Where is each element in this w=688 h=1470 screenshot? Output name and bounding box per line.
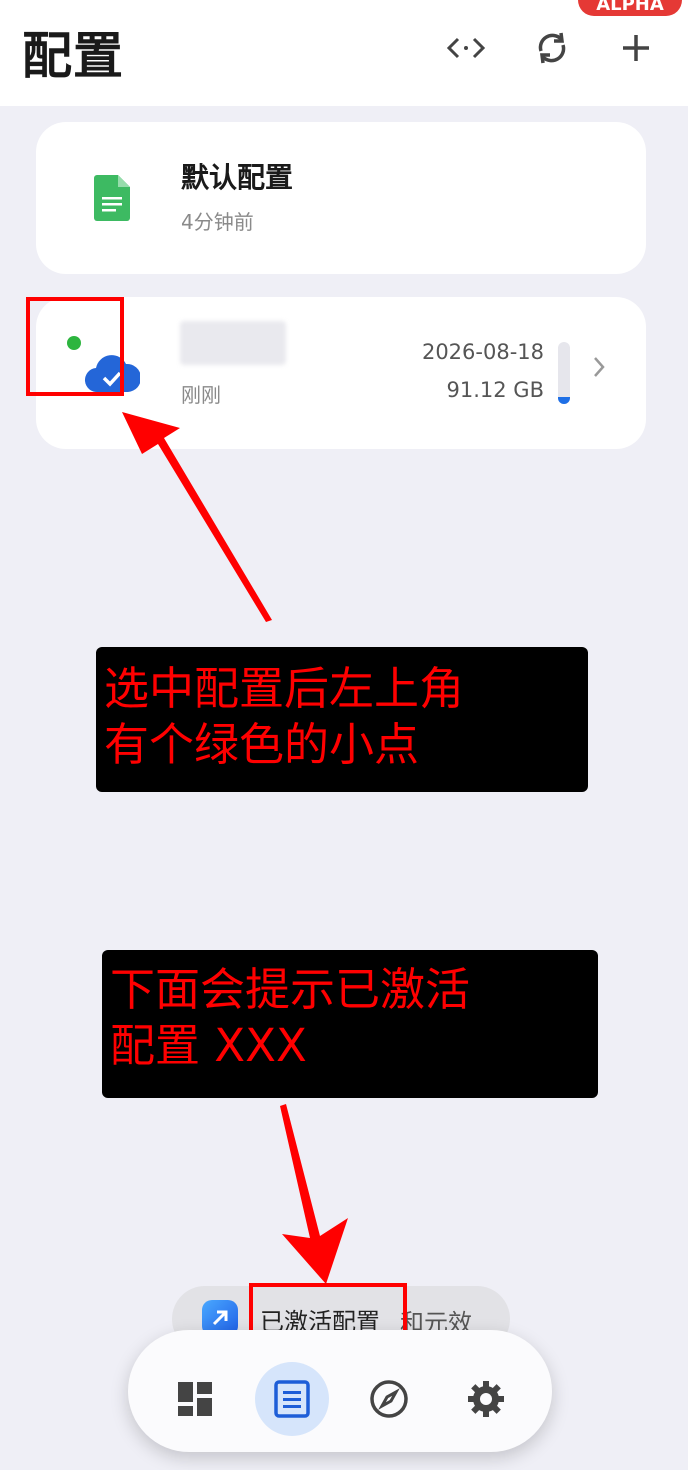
highlight-box-dot	[26, 297, 124, 396]
list-document-icon	[274, 1380, 310, 1418]
document-icon	[94, 175, 130, 225]
app-header: 配置	[0, 0, 688, 106]
chevron-right-icon[interactable]	[592, 355, 606, 386]
expire-date: 2026-08-18	[421, 340, 544, 364]
add-icon[interactable]	[614, 26, 658, 70]
traffic-remaining: 91.12 GB	[446, 378, 544, 402]
annotation-line: 选中配置后左上角	[104, 662, 465, 715]
profile-card-default[interactable]: 默认配置 4分钟前	[36, 122, 646, 274]
profile-updated-time: 刚刚	[181, 383, 221, 407]
sync-icon[interactable]	[530, 26, 574, 70]
annotation-note-1: 选中配置后左上角 有个绿色的小点	[96, 647, 588, 792]
compass-icon	[370, 1380, 408, 1418]
arrow-down-icon	[280, 1104, 348, 1284]
usage-bar	[558, 342, 570, 404]
profile-updated-time: 4分钟前	[181, 210, 254, 234]
annotation-line: 有个绿色的小点	[104, 718, 420, 771]
arrow-up-icon	[122, 412, 272, 622]
profile-name-redacted	[180, 321, 286, 365]
usage-bar-fill	[558, 396, 570, 404]
annotation-line: 配置 XXX	[110, 1019, 307, 1072]
dashboard-icon	[178, 1382, 212, 1416]
profile-name: 默认配置	[181, 161, 294, 194]
nav-settings[interactable]	[449, 1362, 523, 1436]
page-title: 配置	[22, 27, 124, 85]
alpha-badge: ALPHA	[578, 0, 682, 16]
annotation-line: 下面会提示已激活	[110, 963, 471, 1016]
code-icon[interactable]	[444, 26, 488, 70]
bottom-navigation	[128, 1330, 552, 1452]
annotation-note-2: 下面会提示已激活 配置 XXX	[102, 950, 598, 1098]
nav-explore[interactable]	[352, 1362, 426, 1436]
nav-dashboard[interactable]	[158, 1362, 232, 1436]
nav-profiles[interactable]	[255, 1362, 329, 1436]
gear-icon	[468, 1381, 504, 1417]
